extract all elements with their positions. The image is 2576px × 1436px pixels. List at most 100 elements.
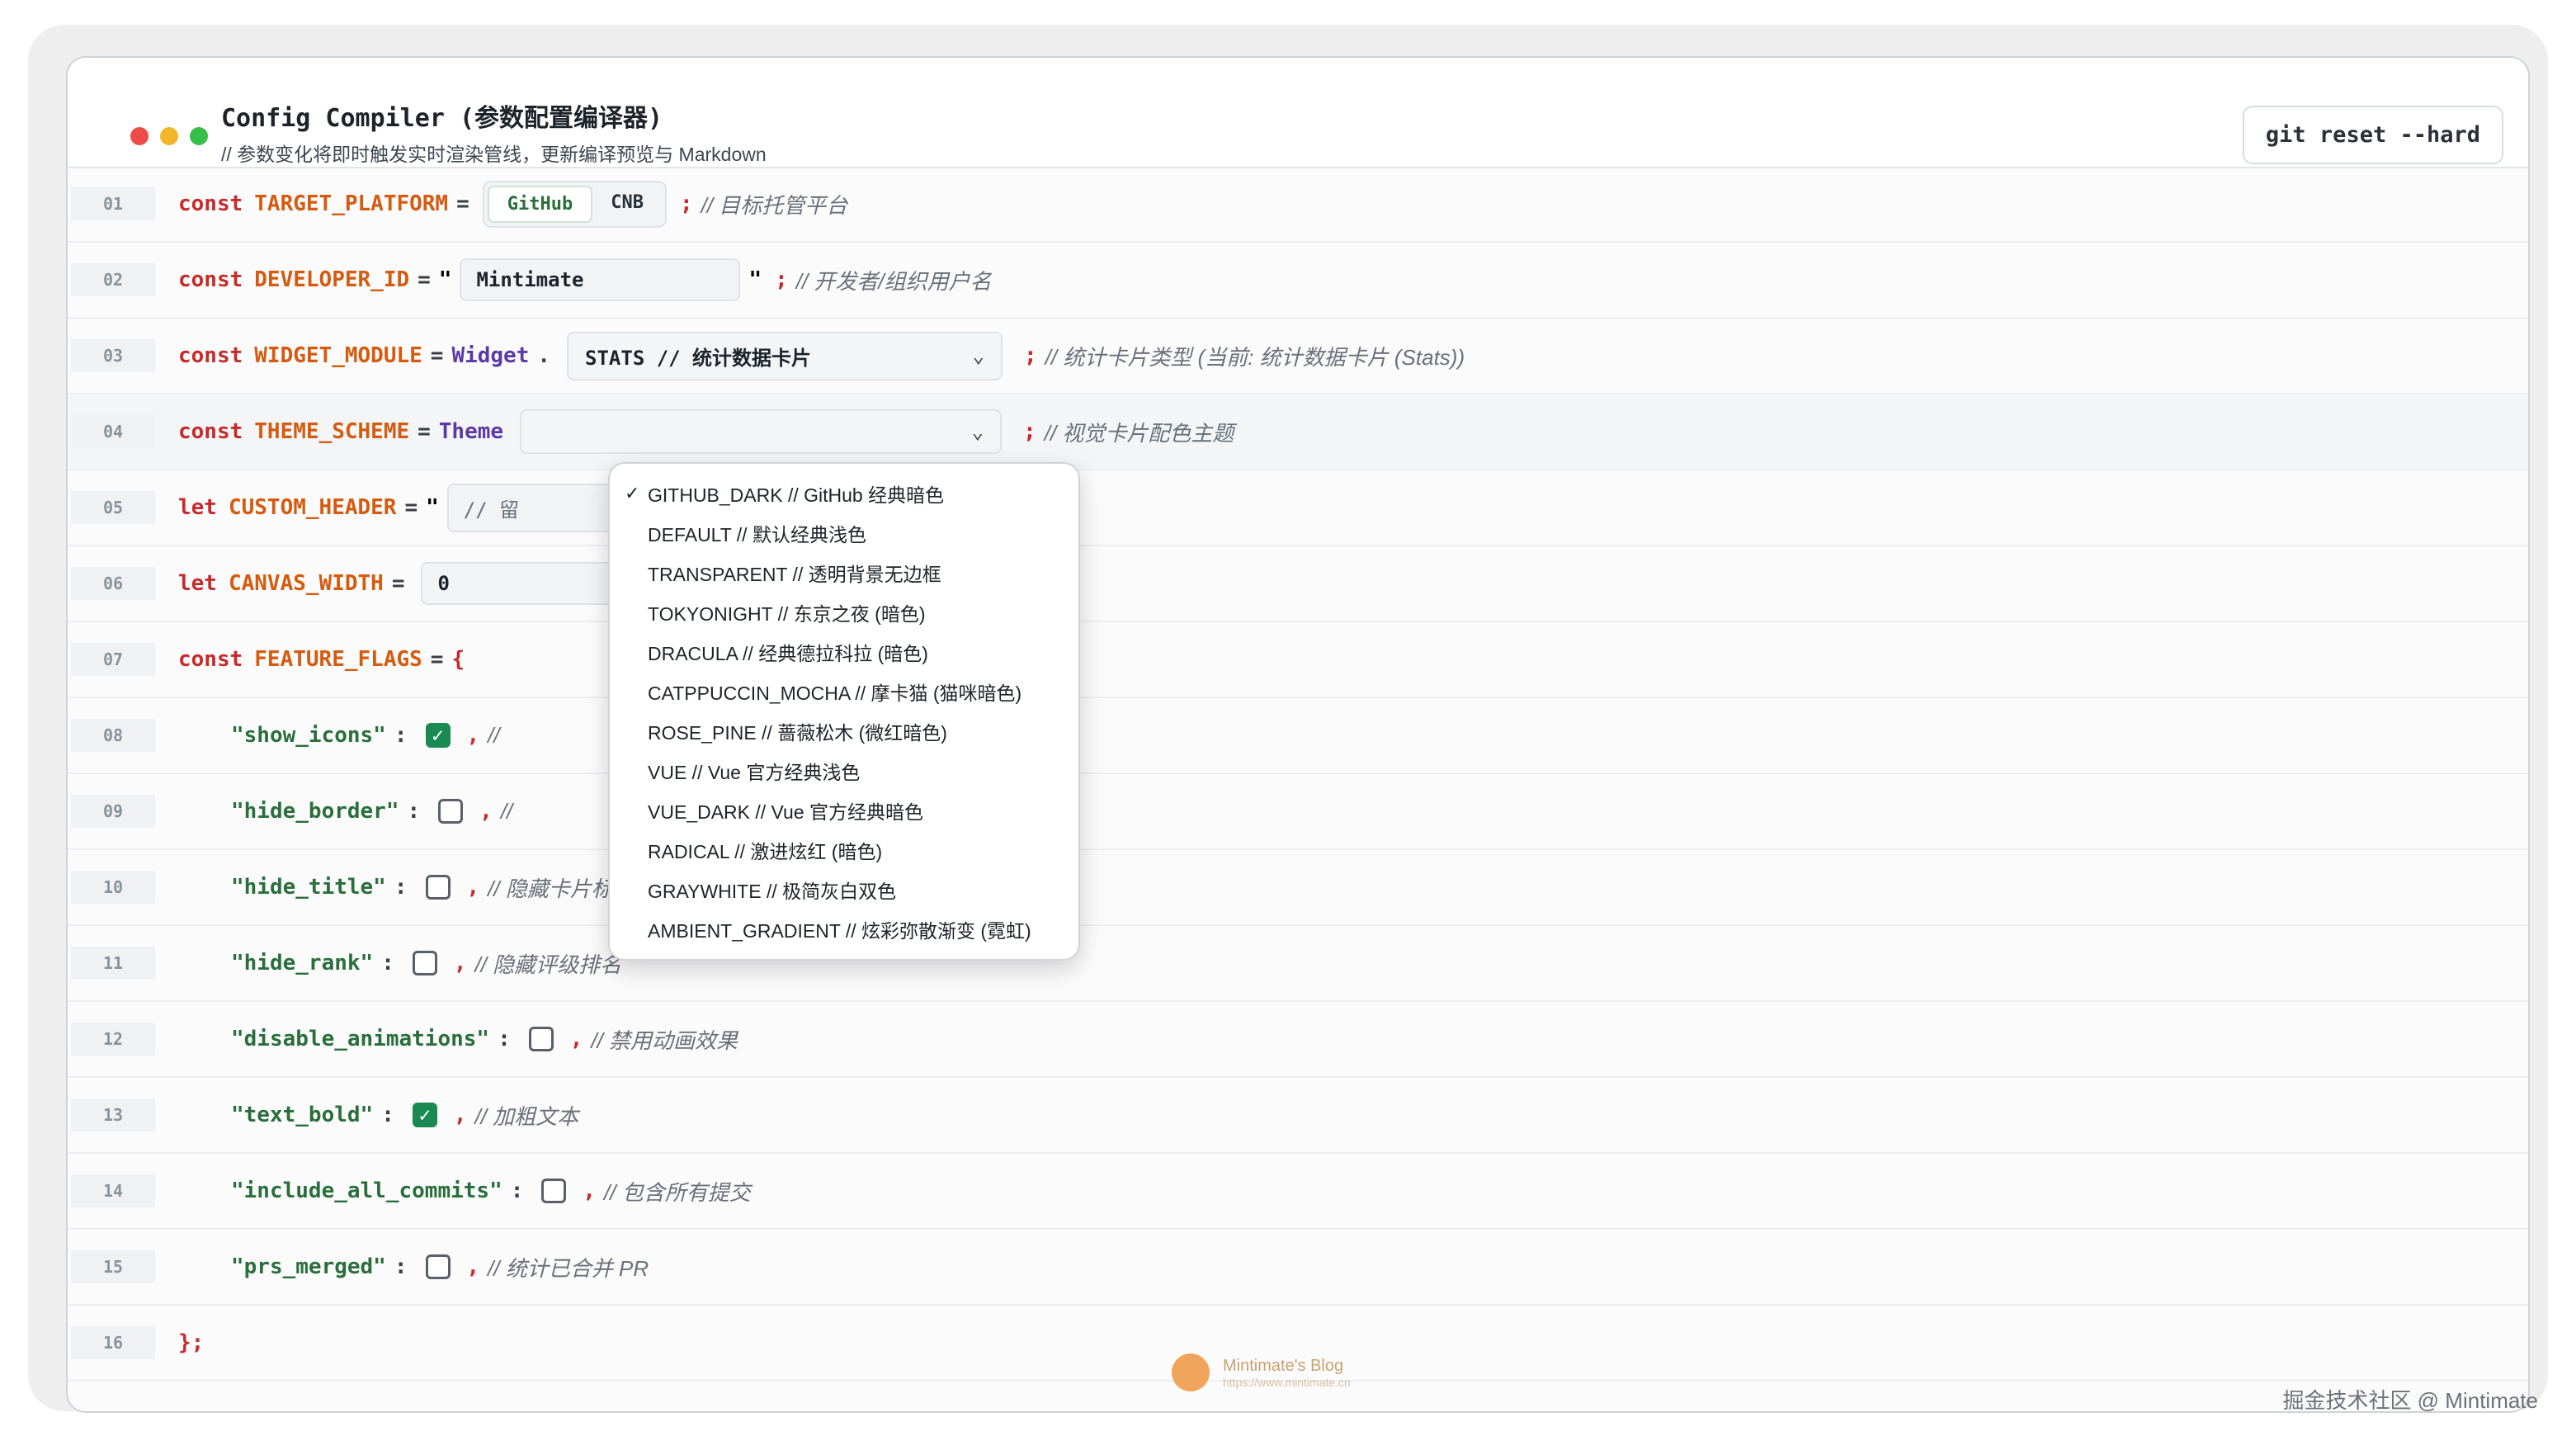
dropdown-option[interactable]: VUE_DARK // Vue 官方经典暗色 bbox=[610, 791, 1078, 830]
line-number: 05 bbox=[71, 491, 155, 524]
blog-logo-icon bbox=[1172, 1353, 1210, 1391]
semicolon: ; bbox=[775, 267, 788, 292]
flag-key: "hide_title" bbox=[231, 875, 386, 900]
option-label: DRACULA // 经典德拉科拉 (暗色) bbox=[648, 643, 928, 664]
type-name: Widget bbox=[451, 343, 530, 368]
semicolon: ; bbox=[1024, 343, 1037, 368]
prs-merged-checkbox[interactable] bbox=[425, 1254, 451, 1279]
line-number: 15 bbox=[71, 1250, 155, 1283]
widget-module-value: STATS // 统计数据卡片 bbox=[585, 346, 812, 370]
code-line-01: 01 const TARGET_PLATFORM = GitHub CNB ; … bbox=[68, 167, 2528, 243]
line-number: 06 bbox=[71, 567, 155, 600]
minimize-window-icon[interactable] bbox=[160, 127, 178, 145]
code-line-11: 11 "hide_rank" : , // 隐藏评级排名 bbox=[68, 926, 2528, 1002]
option-label: VUE_DARK // Vue 官方经典暗色 bbox=[648, 801, 924, 823]
option-label: AMBIENT_GRADIENT // 炫彩弥散渐变 (霓虹) bbox=[648, 920, 1031, 942]
platform-option-cnb[interactable]: CNB bbox=[592, 186, 662, 223]
flag-key: "disable_animations" bbox=[231, 1027, 490, 1051]
line-number: 12 bbox=[71, 1023, 155, 1056]
line-number: 01 bbox=[71, 187, 155, 220]
theme-dropdown-menu: ✓ GITHUB_DARK // GitHub 经典暗色 DEFAULT // 默… bbox=[608, 462, 1080, 961]
quote-open: " bbox=[426, 495, 439, 520]
keyword: const bbox=[178, 647, 243, 672]
page-subtitle: // 参数变化将即时触发实时渲染管线，更新编译预览与 Markdown bbox=[221, 144, 767, 165]
type-name: Theme bbox=[438, 419, 504, 444]
variable-name: THEME_SCHEME bbox=[254, 419, 410, 444]
page-title: Config Compiler (参数配置编译器) bbox=[221, 104, 663, 133]
platform-option-github[interactable]: GitHub bbox=[487, 185, 593, 223]
colon: : bbox=[394, 875, 408, 900]
checkmark-icon: ✓ bbox=[432, 724, 444, 747]
code-line-03: 03 const WIDGET_MODULE = Widget . STATS … bbox=[68, 319, 2528, 394]
dropdown-option[interactable]: DRACULA // 经典德拉科拉 (暗色) bbox=[610, 632, 1078, 672]
flag-key: "include_all_commits" bbox=[231, 1179, 502, 1203]
include-all-commits-checkbox[interactable] bbox=[541, 1179, 567, 1203]
developer-id-input[interactable]: Mintimate bbox=[460, 258, 741, 301]
hide-title-checkbox[interactable] bbox=[425, 875, 451, 900]
line-number: 08 bbox=[71, 719, 155, 752]
option-label: GRAYWHITE // 极简灰白双色 bbox=[648, 881, 897, 902]
code-line-02: 02 const DEVELOPER_ID = " Mintimate " ; … bbox=[68, 243, 2528, 319]
dropdown-option[interactable]: AMBIENT_GRADIENT // 炫彩弥散渐变 (霓虹) bbox=[610, 909, 1078, 949]
dropdown-option[interactable]: GRAYWHITE // 极简灰白双色 bbox=[610, 870, 1078, 909]
dropdown-option[interactable]: TRANSPARENT // 透明背景无边框 bbox=[610, 553, 1078, 593]
traffic-lights bbox=[130, 127, 208, 145]
option-label: VUE // Vue 官方经典浅色 bbox=[648, 762, 861, 783]
code-line-06: 06 let CANVAS_WIDTH = 0 bbox=[68, 546, 2528, 622]
text-bold-checkbox[interactable]: ✓ bbox=[412, 1103, 437, 1127]
git-reset-button[interactable]: git reset --hard bbox=[2242, 106, 2503, 164]
closing-brace: }; bbox=[178, 1330, 205, 1355]
watermark-url: https://www.mintimate.cn bbox=[1223, 1375, 1351, 1389]
blog-watermark: Mintimate's Blog https://www.mintimate.c… bbox=[1172, 1353, 1351, 1391]
operator: = bbox=[430, 647, 444, 672]
theme-scheme-select[interactable]: ⌄ bbox=[520, 409, 1003, 454]
flag-key: "text_bold" bbox=[231, 1103, 374, 1127]
dropdown-option[interactable]: TOKYONIGHT // 东京之夜 (暗色) bbox=[610, 593, 1078, 632]
checkmark-icon: ✓ bbox=[625, 483, 640, 503]
variable-name: WIDGET_MODULE bbox=[254, 343, 422, 368]
line-number: 03 bbox=[71, 339, 155, 372]
dropdown-option[interactable]: VUE // Vue 官方经典浅色 bbox=[610, 751, 1078, 791]
maximize-window-icon[interactable] bbox=[190, 127, 208, 145]
keyword: let bbox=[178, 571, 217, 596]
colon: : bbox=[381, 951, 394, 975]
comma: , bbox=[479, 799, 493, 824]
dropdown-option[interactable]: ✓ GITHUB_DARK // GitHub 经典暗色 bbox=[610, 474, 1078, 513]
editor-window: Config Compiler (参数配置编译器) // 参数变化将即时触发实时… bbox=[66, 56, 2530, 1413]
option-label: DEFAULT // 默认经典浅色 bbox=[648, 524, 866, 546]
app-frame: Config Compiler (参数配置编译器) // 参数变化将即时触发实时… bbox=[28, 25, 2548, 1413]
close-window-icon[interactable] bbox=[130, 127, 149, 145]
hide-border-checkbox[interactable] bbox=[438, 799, 464, 824]
code-line-07: 07 const FEATURE_FLAGS = { bbox=[68, 622, 2528, 698]
line-comment: // bbox=[500, 798, 513, 824]
dropdown-option[interactable]: RADICAL // 激进炫红 (暗色) bbox=[610, 830, 1078, 870]
keyword: const bbox=[178, 191, 243, 216]
flag-key: "hide_border" bbox=[231, 799, 399, 824]
disable-animations-checkbox[interactable] bbox=[528, 1027, 554, 1051]
line-number: 07 bbox=[71, 643, 155, 676]
hide-rank-checkbox[interactable] bbox=[412, 951, 437, 975]
line-number: 04 bbox=[71, 415, 155, 448]
quote-open: " bbox=[438, 267, 452, 292]
code-editor: 01 const TARGET_PLATFORM = GitHub CNB ; … bbox=[68, 167, 2528, 1382]
dropdown-option[interactable]: ROSE_PINE // 蔷薇松木 (微红暗色) bbox=[610, 711, 1078, 751]
dropdown-option[interactable]: DEFAULT // 默认经典浅色 bbox=[610, 513, 1078, 553]
keyword: const bbox=[178, 267, 243, 292]
show-icons-checkbox[interactable]: ✓ bbox=[425, 723, 451, 748]
variable-name: TARGET_PLATFORM bbox=[254, 191, 449, 216]
code-line-12: 12 "disable_animations" : , // 禁用动画效果 bbox=[68, 1002, 2528, 1078]
line-number: 14 bbox=[71, 1174, 155, 1207]
line-comment: // 统计卡片类型 (当前: 统计数据卡片 (Stats)) bbox=[1045, 344, 1465, 370]
line-comment: // 视觉卡片配色主题 bbox=[1044, 420, 1234, 446]
dropdown-option[interactable]: CATPPUCCIN_MOCHA // 摩卡猫 (猫咪暗色) bbox=[610, 672, 1078, 711]
colon: : bbox=[407, 799, 421, 824]
open-brace: { bbox=[451, 647, 465, 672]
line-number: 02 bbox=[71, 263, 155, 296]
widget-module-select[interactable]: STATS // 统计数据卡片 ⌄ bbox=[567, 331, 1003, 380]
colon: : bbox=[498, 1027, 511, 1051]
line-comment: // 隐藏评级排名 bbox=[474, 952, 622, 977]
window-header: Config Compiler (参数配置编译器) // 参数变化将即时触发实时… bbox=[68, 58, 2528, 168]
operator: = bbox=[391, 571, 405, 596]
comma: , bbox=[453, 951, 467, 975]
option-label: ROSE_PINE // 蔷薇松木 (微红暗色) bbox=[648, 722, 947, 744]
